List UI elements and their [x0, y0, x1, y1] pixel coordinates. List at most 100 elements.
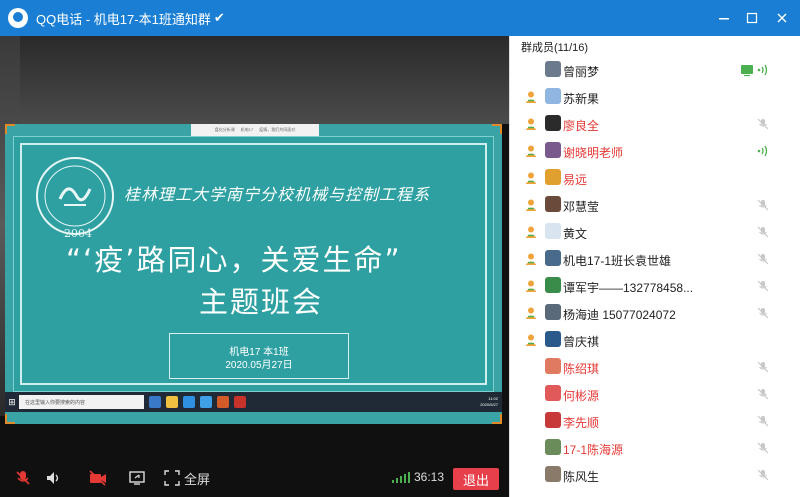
camera-off-icon[interactable] — [88, 468, 108, 488]
exit-button[interactable]: 退出 — [453, 468, 499, 490]
screen-corner — [492, 124, 502, 134]
member-name: 机电17-1班长袁世雄 — [563, 254, 672, 268]
store-icon — [183, 396, 195, 408]
member-avatar — [545, 358, 561, 374]
member-user-icon — [525, 334, 537, 346]
speaker-icon[interactable] — [44, 468, 62, 488]
member-count-title: 群成员(11/16) — [521, 42, 589, 54]
member-name: 17-1陈海源 — [563, 443, 624, 457]
member-avatar — [545, 439, 561, 455]
app-name: QQ电话 — [36, 11, 83, 27]
member-avatar — [545, 331, 561, 347]
fullscreen-icon — [164, 470, 180, 486]
school-name: 桂林理工大学南宁分校机械与控制工程系 — [124, 185, 431, 204]
member-row[interactable]: 陈风生 — [510, 461, 800, 488]
member-avatar — [545, 142, 561, 158]
member-user-icon — [525, 199, 537, 211]
taskbar-clock: 11:02 2020/5/27 — [480, 396, 498, 408]
qq-taskbar-icon — [200, 396, 212, 408]
member-row[interactable]: 邓慧莹 — [510, 191, 800, 218]
member-avatar — [545, 412, 561, 428]
member-row[interactable]: 苏新果 — [510, 83, 800, 110]
member-avatar — [545, 385, 561, 401]
member-user-icon — [525, 253, 537, 265]
mic-muted-icon — [757, 307, 769, 319]
member-row[interactable]: 杨海迪 15077024072 — [510, 299, 800, 326]
member-row[interactable]: 曾丽梦 — [510, 56, 800, 83]
mic-muted-icon — [757, 253, 769, 265]
member-name: 廖良全 — [563, 119, 600, 133]
member-name: 邓慧莹 — [563, 200, 600, 214]
member-row[interactable]: 陈绍琪 — [510, 353, 800, 380]
mic-muted-icon[interactable] — [14, 468, 32, 488]
member-name: 曾丽梦 — [563, 65, 600, 79]
app-icon — [234, 396, 246, 408]
member-row[interactable]: 机电17-1班长袁世雄 — [510, 245, 800, 272]
ppt-icon — [217, 396, 229, 408]
slide-subheadline: 主题班会 — [199, 285, 324, 319]
member-avatar — [545, 88, 561, 104]
member-avatar — [545, 196, 561, 212]
mic-muted-icon — [757, 199, 769, 211]
taskbar-date: 2020/5/27 — [480, 402, 498, 407]
member-avatar — [545, 223, 561, 239]
member-row[interactable]: 易远 — [510, 164, 800, 191]
member-row[interactable]: 李先顺 — [510, 407, 800, 434]
speaking-icon — [757, 64, 768, 76]
member-name: 曾庆祺 — [563, 335, 600, 349]
member-row[interactable]: 曾庆祺 — [510, 326, 800, 353]
mic-muted-icon — [757, 361, 769, 373]
slide-tab: 机电17 — [240, 127, 254, 132]
speaking-icon — [757, 145, 768, 157]
member-name: 苏新果 — [563, 92, 600, 106]
slide-tabs: 盘化分析课 机电17 疫情，我们共同面对 — [191, 124, 319, 136]
member-name: 易远 — [563, 173, 588, 187]
video-area: 盘化分析课 机电17 疫情，我们共同面对 2004 桂林理工大学南宁分校机械与控… — [0, 36, 509, 497]
member-avatar — [545, 169, 561, 185]
member-name: 何彬源 — [563, 389, 600, 403]
shared-screen[interactable]: 盘化分析课 机电17 疫情，我们共同面对 2004 桂林理工大学南宁分校机械与控… — [5, 124, 502, 424]
class-label: 机电17 本1班 — [229, 347, 289, 358]
member-row[interactable]: 黄文 — [510, 218, 800, 245]
mic-muted-icon — [757, 118, 769, 130]
member-row[interactable]: 谭军宇——13277845​8... — [510, 272, 800, 299]
member-user-icon — [525, 307, 537, 319]
member-user-icon — [525, 145, 537, 157]
member-name: 谭军宇——13277845​8... — [563, 281, 694, 295]
mic-muted-icon — [757, 388, 769, 400]
taskbar-search: 在这里输入你要搜索的内容 — [19, 395, 144, 409]
member-name: 李先顺 — [563, 416, 600, 430]
member-name: 杨海迪 15077024072 — [563, 308, 676, 322]
call-timer: 36:13 — [414, 470, 445, 484]
member-user-icon — [525, 118, 537, 130]
member-avatar — [545, 250, 561, 266]
fullscreen-button[interactable]: 全屏 — [164, 468, 210, 488]
edge-icon — [149, 396, 161, 408]
mic-muted-icon — [757, 280, 769, 292]
maximize-icon[interactable] — [736, 0, 768, 36]
member-avatar — [545, 277, 561, 293]
title-bar: QQ电话 - 机电17-本1班通知群 ✔ — [0, 0, 800, 36]
call-controls: 全屏 36:13 退出 — [0, 460, 509, 497]
fullscreen-label: 全屏 — [184, 471, 211, 487]
mic-muted-icon — [757, 442, 769, 454]
title-separator: - — [82, 11, 94, 27]
screen-share-icon — [741, 65, 753, 77]
close-icon[interactable] — [766, 0, 798, 36]
mic-muted-icon — [757, 226, 769, 238]
member-avatar — [545, 304, 561, 320]
member-row[interactable]: 廖良全 — [510, 110, 800, 137]
remote-taskbar: ⊞ 在这里输入你要搜索的内容 11:02 2020/5/27 — [5, 392, 502, 412]
slide-tab: 盘化分析课 — [214, 127, 235, 132]
share-screen-icon[interactable] — [128, 468, 146, 488]
member-row[interactable]: 何彬源 — [510, 380, 800, 407]
member-user-icon — [525, 91, 537, 103]
member-name: 陈风生 — [563, 470, 600, 484]
windows-start-icon: ⊞ — [8, 396, 16, 407]
member-row[interactable]: 谢晓明老师 — [510, 137, 800, 164]
screen-corner — [5, 414, 15, 424]
member-panel: 群成员(11/16) 曾丽梦苏新果廖良全谢晓明老师易远邓慧莹黄文机电17-1班长… — [509, 36, 800, 497]
member-name: 黄文 — [563, 227, 588, 241]
member-row[interactable]: 17-1陈海源 — [510, 434, 800, 461]
class-date: 2020.05月27日 — [225, 360, 293, 371]
